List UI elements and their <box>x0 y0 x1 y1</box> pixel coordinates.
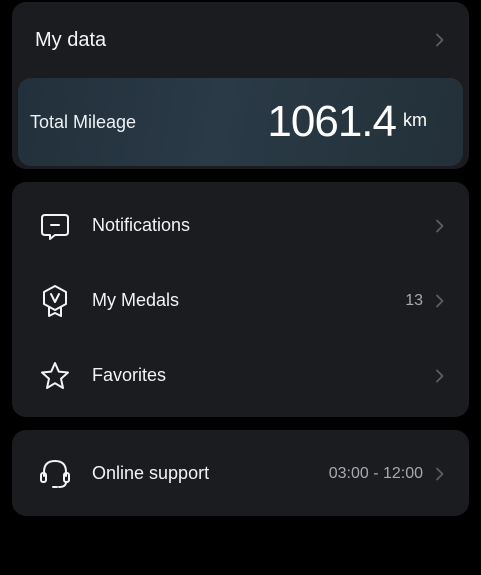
chevron-right-icon <box>433 33 447 47</box>
medal-icon <box>38 284 72 318</box>
online-support-label: Online support <box>92 463 210 483</box>
menu-item-online-support[interactable]: Online support 03:00 - 12:00 <box>12 436 469 511</box>
menu-card: Notifications My Medals 13 Favorites <box>12 182 469 417</box>
favorites-label: Favorites <box>92 365 167 385</box>
my-data-header[interactable]: My data <box>12 2 469 78</box>
menu-item-notifications[interactable]: Notifications <box>12 188 469 263</box>
message-icon <box>38 209 72 243</box>
total-mileage-label: Total Mileage <box>30 111 137 132</box>
my-medals-count: 13 <box>405 291 423 309</box>
mileage-unit: km <box>403 109 427 130</box>
star-icon <box>38 359 72 393</box>
my-medals-label: My Medals <box>92 290 180 310</box>
support-card: Online support 03:00 - 12:00 <box>12 430 469 516</box>
headset-icon <box>38 457 72 491</box>
total-mileage-value: 1061.4 <box>267 97 397 146</box>
menu-item-my-medals[interactable]: My Medals 13 <box>12 263 469 338</box>
chevron-right-icon <box>433 219 447 233</box>
chevron-right-icon <box>433 467 447 481</box>
notifications-label: Notifications <box>92 215 191 235</box>
chevron-right-icon <box>433 369 447 383</box>
support-hours: 03:00 - 12:00 <box>328 464 423 482</box>
my-data-card: My data Total Mileage 1061.4 km <box>12 2 469 169</box>
my-data-title: My data <box>35 28 107 51</box>
chevron-right-icon <box>433 294 447 308</box>
menu-item-favorites[interactable]: Favorites <box>12 338 469 413</box>
total-mileage-banner[interactable]: Total Mileage 1061.4 km <box>18 78 463 166</box>
